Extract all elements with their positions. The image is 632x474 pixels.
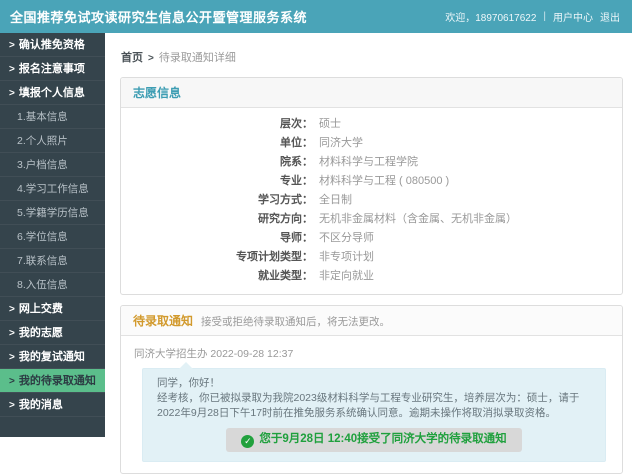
notice-message-body: 经考核，你已被拟录取为我院2023级材料科学与工程专业研究生，培养层次为：硕士，…	[157, 392, 580, 420]
chevron-icon: >	[9, 40, 15, 51]
chevron-icon: >	[9, 400, 15, 411]
field-value: 非定向就业	[319, 270, 374, 282]
field-row-major: 专业： 材料科学与工程 ( 080500 )	[121, 172, 622, 191]
notice-panel-header: 待录取通知 接受或拒绝待录取通知后，将无法更改。	[121, 306, 622, 336]
app-title: 全国推荐免试攻读研究生信息公开暨管理服务系统	[10, 10, 308, 25]
sidebar-item-personal-photo[interactable]: 2.个人照片	[0, 129, 105, 153]
notice-hint: 接受或拒绝待录取通知后，将无法更改。	[201, 316, 391, 328]
sidebar-item-degree-info[interactable]: 6.学位信息	[0, 225, 105, 249]
sidebar-item-online-payment[interactable]: > 网上交费	[0, 297, 105, 321]
volunteer-panel-title: 志愿信息	[133, 86, 182, 100]
sidebar-item-signup-notes[interactable]: > 报名注意事项	[0, 57, 105, 81]
notice-sender-timestamp: 同济大学招生办 2022-09-28 12:37	[134, 348, 294, 360]
field-value: 材料科学与工程学院	[319, 156, 418, 168]
field-label: 导师：	[280, 232, 313, 244]
field-value: 硕士	[319, 118, 341, 130]
notice-panel-body: 同济大学招生办 2022-09-28 12:37 同学，你好！ 经考核，你已被拟…	[121, 336, 622, 473]
sidebar: > 确认推免资格 > 报名注意事项 > 填报个人信息 1.基本信息 2.个人照片 3.…	[0, 33, 105, 437]
welcome-text: 欢迎，18970617622	[445, 13, 537, 24]
sidebar-item-household-archive-info[interactable]: 3.户档信息	[0, 153, 105, 177]
field-row-research-direction: 研究方向： 无机非金属材料（含金属、无机非金属）	[121, 210, 622, 229]
field-row-study-mode: 学习方式： 全日制	[121, 191, 622, 210]
main-content: 首页 > 待录取通知详细 志愿信息 层次： 硕士 单位： 同济大学 院系： 材料科学与工程…	[105, 33, 632, 474]
chevron-icon: >	[9, 64, 15, 75]
accepted-status-text: 您于9月28日 12:40接受了同济大学的待录取通知	[259, 432, 507, 445]
sidebar-item-confirm-qualification[interactable]: > 确认推免资格	[0, 33, 105, 57]
field-row-employment-type: 就业类型： 非定向就业	[121, 267, 622, 286]
admission-notice-panel: 待录取通知 接受或拒绝待录取通知后，将无法更改。 同济大学招生办 2022-09-…	[120, 305, 623, 474]
header-user-area: 欢迎，18970617622 | 用户中心 退出	[445, 9, 620, 24]
field-label: 层次：	[280, 118, 313, 130]
breadcrumb-home-link[interactable]: 首页	[121, 52, 143, 64]
field-value: 无机非金属材料（含金属、无机非金属）	[319, 213, 517, 225]
breadcrumb: 首页 > 待录取通知详细	[121, 49, 623, 65]
chevron-icon: >	[9, 376, 15, 387]
sidebar-item-enlistment-info[interactable]: 8.入伍信息	[0, 273, 105, 297]
field-row-special-plan-type: 专项计划类型： 非专项计划	[121, 248, 622, 267]
field-label: 院系：	[280, 156, 313, 168]
bubble-tail	[179, 362, 193, 369]
sidebar-item-my-messages[interactable]: > 我的消息	[0, 393, 105, 417]
field-row-supervisor: 导师： 不区分导师	[121, 229, 622, 248]
field-label: 专业：	[280, 175, 313, 187]
field-label: 就业类型：	[258, 270, 313, 282]
field-row-university: 单位： 同济大学	[121, 134, 622, 153]
sidebar-item-student-status-education-info[interactable]: 5.学籍学历信息	[0, 201, 105, 225]
volunteer-panel-header: 志愿信息	[121, 78, 622, 108]
field-row-department: 院系： 材料科学与工程学院	[121, 153, 622, 172]
notice-message-greeting: 同学，你好！	[157, 377, 220, 389]
chevron-icon: >	[9, 328, 15, 339]
field-row-level: 层次： 硕士	[121, 115, 622, 134]
user-center-link[interactable]: 用户中心	[553, 9, 593, 24]
sidebar-item-my-volunteer[interactable]: > 我的志愿	[0, 321, 105, 345]
field-value: 同济大学	[319, 137, 363, 149]
app-header: 全国推荐免试攻读研究生信息公开暨管理服务系统 欢迎，18970617622 | …	[0, 0, 632, 33]
notice-panel-title: 待录取通知	[133, 314, 194, 328]
sidebar-item-fill-personal-info[interactable]: > 填报个人信息	[0, 81, 105, 105]
sidebar-item-basic-info[interactable]: 1.基本信息	[0, 105, 105, 129]
field-value: 非专项计划	[319, 251, 374, 263]
breadcrumb-current: 待录取通知详细	[158, 52, 236, 64]
sidebar-item-contact-info[interactable]: 7.联系信息	[0, 249, 105, 273]
sidebar-item-study-work-info[interactable]: 4.学习工作信息	[0, 177, 105, 201]
field-value: 材料科学与工程 ( 080500 )	[319, 175, 450, 187]
chevron-icon: >	[9, 352, 15, 363]
chevron-icon: >	[9, 88, 15, 99]
field-label: 学习方式：	[258, 194, 313, 206]
header-separator: |	[543, 11, 546, 22]
accepted-status-badge: ✓ 您于9月28日 12:40接受了同济大学的待录取通知	[226, 427, 522, 452]
field-value: 不区分导师	[319, 232, 374, 244]
notice-message-bubble: 同学，你好！ 经考核，你已被拟录取为我院2023级材料科学与工程专业研究生，培养…	[142, 362, 606, 462]
chevron-icon: >	[9, 304, 15, 315]
volunteer-info-panel: 志愿信息 层次： 硕士 单位： 同济大学 院系： 材料科学与工程学院 专业： 材料科学与…	[120, 77, 623, 295]
sidebar-item-my-admission-notice[interactable]: > 我的待录取通知	[0, 369, 105, 393]
field-label: 专项计划类型：	[236, 251, 313, 263]
field-label: 研究方向：	[258, 213, 313, 225]
field-label: 单位：	[280, 137, 313, 149]
sidebar-item-my-retest-notice[interactable]: > 我的复试通知	[0, 345, 105, 369]
breadcrumb-separator-icon: >	[148, 53, 154, 64]
volunteer-panel-body: 层次： 硕士 单位： 同济大学 院系： 材料科学与工程学院 专业： 材料科学与工程 ( …	[121, 108, 622, 294]
logout-link[interactable]: 退出	[600, 9, 620, 24]
field-value: 全日制	[319, 194, 352, 206]
